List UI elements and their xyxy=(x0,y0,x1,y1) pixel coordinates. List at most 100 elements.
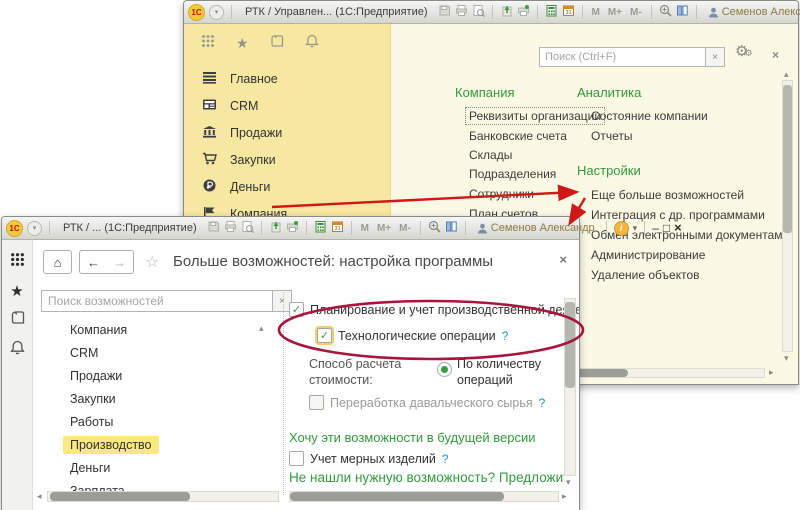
nav-item-purchases[interactable]: Закупки xyxy=(37,387,279,410)
split-panel-icon[interactable] xyxy=(676,4,689,20)
zoom-icon[interactable] xyxy=(428,220,441,236)
search-input[interactable] xyxy=(41,290,272,312)
content-horizontal-scrollbar[interactable] xyxy=(289,491,559,502)
content-vertical-scrollbar[interactable] xyxy=(564,298,576,476)
print-preview-icon[interactable] xyxy=(472,4,485,20)
forward-button[interactable]: → xyxy=(106,250,134,274)
favorites-star-icon[interactable]: ★ xyxy=(236,35,249,52)
sidebar-item-sales[interactable]: Продажи xyxy=(184,119,390,146)
document-export-icon[interactable] xyxy=(286,220,299,236)
favorite-star-icon[interactable]: ☆ xyxy=(145,252,159,272)
chevron-down-icon[interactable]: ▾ xyxy=(633,223,638,234)
zoom-icon[interactable] xyxy=(659,4,672,20)
current-user[interactable]: Семенов Александр xyxy=(708,6,800,18)
nav-item-sales[interactable]: Продажи xyxy=(37,364,279,387)
scroll-down-icon[interactable]: ▾ xyxy=(566,478,571,487)
calendar-icon[interactable]: 31 xyxy=(331,220,344,236)
save-icon[interactable] xyxy=(207,220,220,236)
menu-link-requisites[interactable]: Реквизиты организации xyxy=(465,107,605,125)
checkbox-checked-icon: ✓ xyxy=(289,302,304,317)
memory-mplus-button[interactable]: M+ xyxy=(375,223,393,234)
scroll-up-icon[interactable]: ▴ xyxy=(784,70,789,79)
document-import-icon[interactable] xyxy=(500,4,513,20)
scroll-right-icon[interactable]: ▸ xyxy=(769,368,774,377)
menu-link-bank-accounts[interactable]: Банковские счета xyxy=(469,129,567,143)
info-icon[interactable]: i xyxy=(614,221,629,236)
scrollbar-thumb[interactable] xyxy=(565,302,575,388)
scroll-down-icon[interactable]: ▾ xyxy=(784,354,789,363)
menu-link-departments[interactable]: Подразделения xyxy=(469,167,556,181)
nav-item-works[interactable]: Работы xyxy=(37,410,279,433)
sidebar-item-purchases[interactable]: Закупки xyxy=(184,146,390,173)
system-menu-button[interactable]: ▾ xyxy=(27,221,42,236)
memory-mplus-button[interactable]: M+ xyxy=(606,7,624,18)
checkbox-planning[interactable]: ✓ Планирование и учет производственной д… xyxy=(289,302,579,317)
page-close-icon[interactable]: × xyxy=(559,252,567,267)
system-menu-button[interactable]: ▾ xyxy=(209,5,224,20)
tools-grid-icon[interactable] xyxy=(10,252,25,272)
back-button[interactable]: ← xyxy=(79,250,108,274)
memory-mminus-button[interactable]: M- xyxy=(397,223,413,234)
document-import-icon[interactable] xyxy=(269,220,282,236)
help-icon[interactable]: ? xyxy=(442,452,449,466)
menu-link-more-features[interactable]: Еще больше возможностей xyxy=(591,188,744,202)
menu-link-administration[interactable]: Администрирование xyxy=(591,248,705,262)
minimize-button[interactable]: – xyxy=(652,221,659,235)
nav-item-money[interactable]: Деньги xyxy=(37,456,279,479)
print-icon[interactable] xyxy=(224,220,237,236)
nav-item-company[interactable]: Компания xyxy=(37,318,279,341)
menu-link-employees[interactable]: Сотрудники xyxy=(469,187,534,201)
history-scroll-icon[interactable] xyxy=(10,310,25,330)
history-scroll-icon[interactable] xyxy=(270,34,284,53)
menu-link-company-state[interactable]: Состояние компании xyxy=(591,109,708,123)
memory-m-button[interactable]: M xyxy=(590,7,602,18)
scroll-left-icon[interactable]: ◂ xyxy=(37,492,42,501)
scrollbar-thumb[interactable] xyxy=(290,492,504,501)
features-search: × xyxy=(41,290,292,312)
calendar-icon[interactable]: 31 xyxy=(562,4,575,20)
split-panel-icon[interactable] xyxy=(445,220,458,236)
list-horizontal-scrollbar[interactable] xyxy=(47,491,279,502)
menu-link-warehouses[interactable]: Склады xyxy=(469,148,512,162)
bank-icon xyxy=(202,125,217,141)
save-icon[interactable] xyxy=(438,4,451,20)
scrollbar-thumb[interactable] xyxy=(50,492,190,501)
favorites-star-icon[interactable]: ★ xyxy=(10,282,23,300)
sidebar-item-money[interactable]: Деньги xyxy=(184,173,390,200)
print-preview-icon[interactable] xyxy=(241,220,254,236)
menu-link-reports[interactable]: Отчеты xyxy=(591,129,632,143)
document-export-icon[interactable] xyxy=(517,4,530,20)
calculator-icon[interactable] xyxy=(545,4,558,20)
nav-item-production[interactable]: Производство xyxy=(37,433,279,456)
menu-close-icon[interactable]: × xyxy=(772,48,779,62)
notifications-bell-icon[interactable] xyxy=(10,340,25,360)
radio-by-operations[interactable] xyxy=(437,362,452,377)
checkbox-tolling[interactable]: Переработка давальческого сырья ? xyxy=(309,395,545,410)
maximize-button[interactable]: □ xyxy=(663,221,670,235)
checkbox-tech-operations[interactable]: ✓ Технологические операции ? xyxy=(317,328,508,343)
sidebar-item-crm[interactable]: CRM xyxy=(184,92,390,119)
checkbox-unchecked-icon xyxy=(309,395,324,410)
notifications-bell-icon[interactable] xyxy=(305,34,319,53)
search-clear-button[interactable]: × xyxy=(705,47,725,67)
current-user[interactable]: Семенов Александр xyxy=(477,222,595,234)
list-scroll-up-icon[interactable]: ▴ xyxy=(259,324,264,333)
back-vertical-scrollbar[interactable] xyxy=(782,80,793,352)
help-icon[interactable]: ? xyxy=(539,396,546,410)
scroll-right-icon[interactable]: ▸ xyxy=(562,492,567,501)
tools-grid-icon[interactable] xyxy=(201,34,215,53)
close-button[interactable]: × xyxy=(674,221,682,235)
settings-gears-icon[interactable]: ⚙⚙ xyxy=(735,45,753,60)
nav-item-crm[interactable]: CRM xyxy=(37,341,279,364)
home-button[interactable]: ⌂ xyxy=(43,250,72,274)
memory-mminus-button[interactable]: M- xyxy=(628,7,644,18)
scrollbar-thumb[interactable] xyxy=(783,85,792,233)
memory-m-button[interactable]: M xyxy=(359,223,371,234)
search-input[interactable] xyxy=(539,47,705,67)
sidebar-item-main[interactable]: Главное xyxy=(184,65,390,92)
menu-link-delete-objects[interactable]: Удаление объектов xyxy=(591,268,700,282)
checkbox-measured-products[interactable]: Учет мерных изделий ? xyxy=(289,451,449,466)
help-icon[interactable]: ? xyxy=(502,329,509,343)
print-icon[interactable] xyxy=(455,4,468,20)
calculator-icon[interactable] xyxy=(314,220,327,236)
